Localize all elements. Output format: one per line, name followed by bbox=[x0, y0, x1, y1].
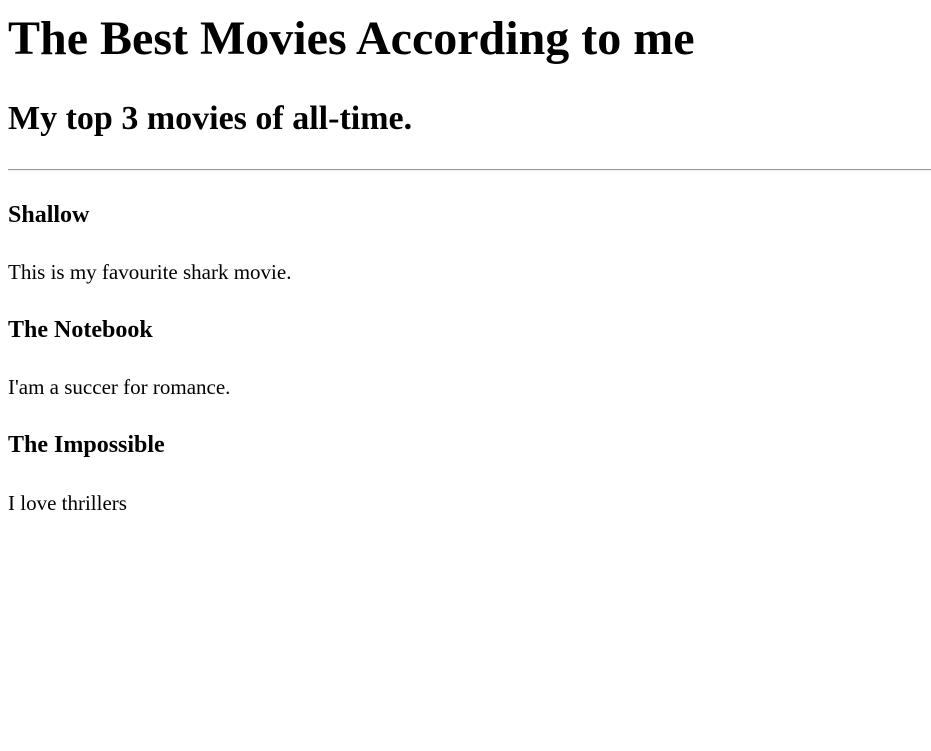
movie-title-the-impossible: The Impossible bbox=[8, 432, 165, 458]
page-title: The Best Movies According to me bbox=[8, 12, 695, 65]
movie-title-shallow: Shallow bbox=[8, 202, 90, 228]
movie-description-shallow: This is my favourite shark movie. bbox=[8, 260, 292, 284]
page-subtitle: My top 3 movies of all-time. bbox=[8, 100, 413, 137]
page: The Best Movies According to me My top 3… bbox=[0, 0, 931, 751]
movie-description-the-impossible: I love thrillers bbox=[8, 491, 127, 515]
divider bbox=[8, 169, 931, 171]
movie-description-the-notebook: I'am a succer for romance. bbox=[8, 375, 231, 399]
movie-title-the-notebook: The Notebook bbox=[8, 317, 153, 343]
